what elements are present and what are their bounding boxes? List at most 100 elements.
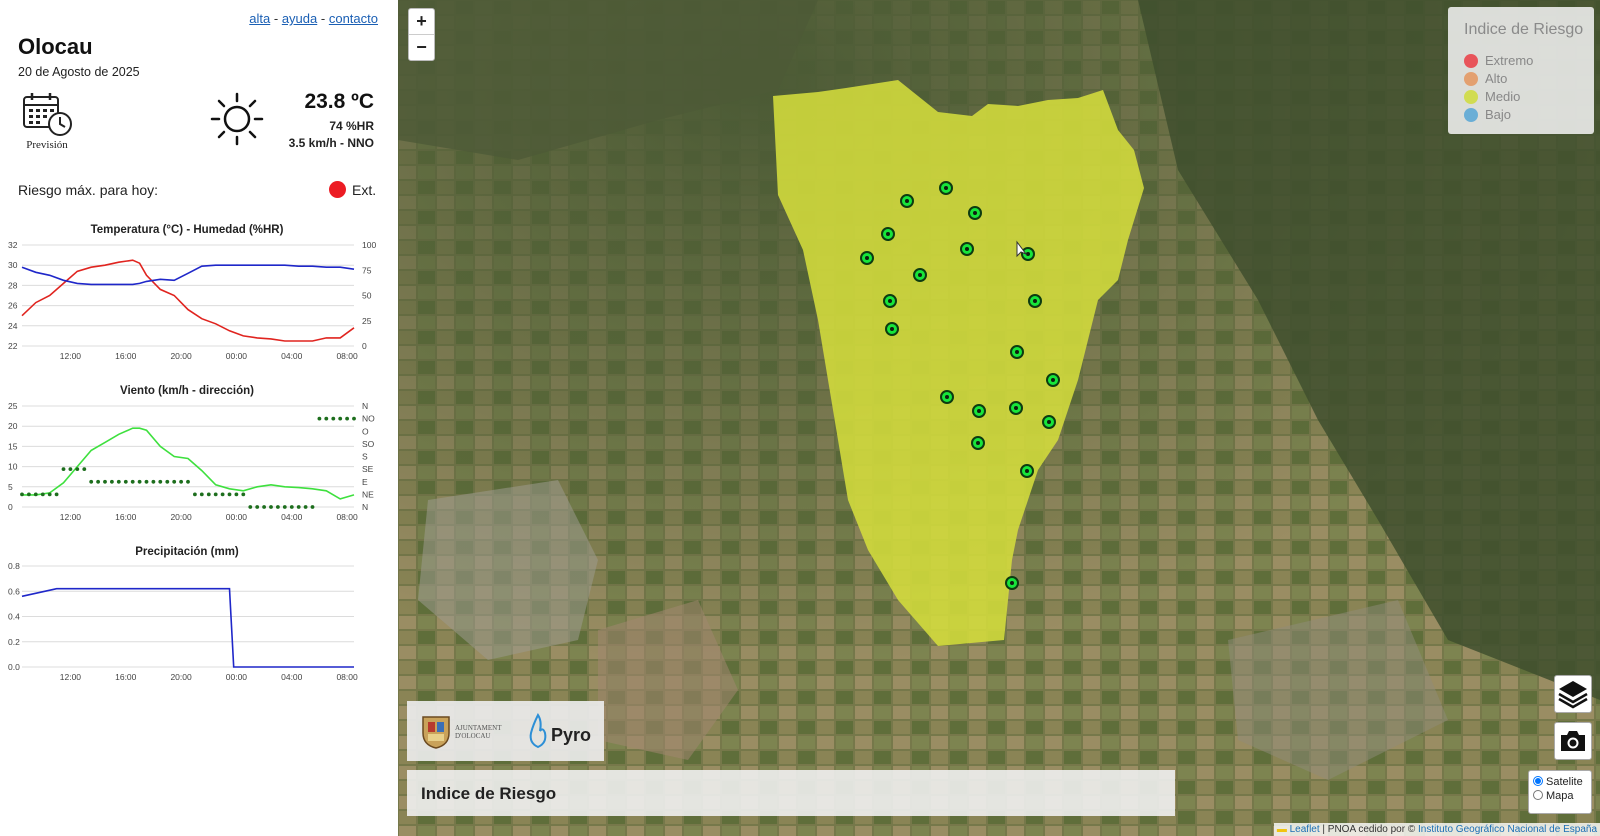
satellite-radio[interactable]	[1533, 776, 1543, 786]
legend-swatch	[1464, 72, 1478, 86]
contacto-link[interactable]: contacto	[329, 11, 378, 26]
current-humidity: 74 %HR	[329, 119, 374, 133]
info-title: Indice de Riesgo	[421, 784, 557, 803]
ign-link[interactable]: Instituto Geográfico Nacional de España	[1418, 824, 1597, 835]
wind-direction-point	[269, 505, 273, 509]
x-tick-label: 20:00	[170, 351, 192, 361]
risk-info-bar: Indice de Riesgo	[407, 770, 1175, 816]
wind-direction-point	[103, 479, 107, 484]
y-right-tick-label: SE	[362, 464, 374, 474]
map-radio[interactable]	[1533, 790, 1543, 800]
y-right-tick-label: N	[362, 502, 368, 512]
zoom-in-button[interactable]: +	[409, 9, 434, 34]
y-tick-label: 0.8	[8, 561, 20, 571]
y-right-tick-label: NO	[362, 414, 375, 424]
wind-direction-point	[331, 416, 336, 421]
link-separator: -	[273, 11, 279, 26]
wind-direction-point	[220, 492, 225, 497]
alta-link[interactable]: alta	[249, 11, 270, 26]
legend-swatch	[1464, 90, 1478, 104]
calendar-clock-icon[interactable]	[22, 91, 74, 137]
x-tick-label: 16:00	[115, 512, 137, 522]
wind-direction-point	[27, 492, 31, 497]
wind-direction-point	[96, 479, 100, 484]
current-temperature: 23.8 ºC	[304, 90, 374, 113]
x-tick-label: 00:00	[226, 512, 248, 522]
wind-direction-point	[303, 505, 308, 509]
wind-direction-point	[255, 505, 260, 509]
y-right-tick-label: 100	[362, 240, 376, 250]
chart-series-line	[21, 587, 354, 668]
leaflet-link[interactable]: Leaflet	[1290, 824, 1320, 835]
wind-direction-point	[241, 492, 246, 497]
wind-direction-point	[324, 416, 329, 421]
ayuda-link[interactable]: ayuda	[282, 11, 317, 26]
y-tick-label: 10	[8, 462, 18, 472]
forecast-date: 20 de Agosto de 2025	[18, 65, 140, 79]
risk-indicator-dot	[329, 181, 346, 198]
wind-direction-point	[61, 467, 66, 471]
wind-direction-point	[276, 505, 280, 509]
wind-direction-point	[193, 492, 197, 497]
wind-direction-point	[47, 492, 52, 497]
x-tick-label: 20:00	[170, 512, 192, 522]
flag-icon: ▬	[1276, 824, 1287, 835]
x-tick-label: 00:00	[226, 351, 248, 361]
zoom-control: + −	[408, 8, 435, 61]
attribution-text: | PNOA cedido por ©	[1319, 824, 1418, 835]
legend-item-alto: Alto	[1464, 71, 1507, 87]
wind-direction-point	[213, 492, 218, 497]
ajuntament-shield-logo	[422, 716, 450, 749]
forecast-label[interactable]: Previsión	[14, 139, 80, 151]
y-tick-label: 24	[8, 321, 18, 331]
y-right-tick-label: SO	[362, 439, 375, 449]
wind-direction-point	[186, 479, 190, 484]
y-tick-label: 5	[8, 482, 13, 492]
map-view[interactable]: + − Indice de Riesgo Extremo Alto Medio …	[398, 0, 1600, 836]
max-risk-label: Riesgo máx. para hoy:	[18, 182, 159, 198]
y-tick-label: 20	[8, 421, 18, 431]
y-right-tick-label: 50	[362, 291, 372, 301]
y-tick-label: 25	[8, 401, 18, 411]
x-tick-label: 16:00	[115, 672, 137, 682]
forecast-charts: Temperatura (°C) - Humedad (%HR) 32 30 28 26…	[8, 224, 376, 682]
chart-series-line	[21, 264, 355, 286]
y-tick-label: 0.0	[8, 662, 20, 672]
wind-direction-point	[338, 416, 343, 421]
x-tick-label: 20:00	[170, 672, 192, 682]
wind-direction-point	[54, 492, 59, 497]
wind-direction-point	[206, 492, 211, 497]
wind-direction-point	[172, 479, 177, 484]
y-right-tick-label: N	[362, 401, 368, 411]
wind-direction-point	[317, 416, 322, 421]
wind-direction-point	[89, 479, 94, 484]
wind-direction-point	[234, 492, 239, 497]
x-tick-label: 08:00	[336, 351, 358, 361]
x-tick-label: 12:00	[60, 351, 82, 361]
ajuntament-logo-text: AJUNTAMENT D'OLOCAU	[455, 724, 502, 740]
base-layer-satellite[interactable]: Satelite	[1533, 776, 1591, 788]
y-right-tick-label: 25	[362, 316, 372, 326]
screenshot-button[interactable]	[1554, 722, 1592, 760]
layers-button[interactable]	[1554, 675, 1592, 713]
legend-item-bajo: Bajo	[1464, 107, 1511, 123]
x-tick-label: 04:00	[281, 351, 303, 361]
zoom-out-button[interactable]: −	[409, 34, 434, 60]
chart-title: Viento (km/h - dirección)	[120, 385, 254, 397]
wind-direction-point	[151, 479, 156, 484]
wind-direction-point	[82, 467, 87, 471]
sidebar: alta - ayuda - contacto Olocau 20 de Ago…	[0, 0, 398, 836]
wind-direction-point	[199, 492, 204, 497]
wind-direction-point	[75, 467, 80, 471]
logos-panel: AJUNTAMENT D'OLOCAU Pyro	[407, 701, 604, 761]
wind-direction-point	[345, 416, 349, 421]
wind-direction-point	[262, 505, 266, 509]
chart-title: Temperatura (°C) - Humedad (%HR)	[91, 224, 284, 236]
wind-direction-point	[158, 479, 163, 484]
base-layer-map[interactable]: Mapa	[1533, 790, 1591, 802]
link-separator: -	[320, 11, 326, 26]
y-right-tick-label: S	[362, 452, 368, 462]
y-right-tick-label: O	[362, 426, 369, 436]
wind-direction-point	[137, 479, 142, 484]
flame-icon	[529, 713, 547, 749]
